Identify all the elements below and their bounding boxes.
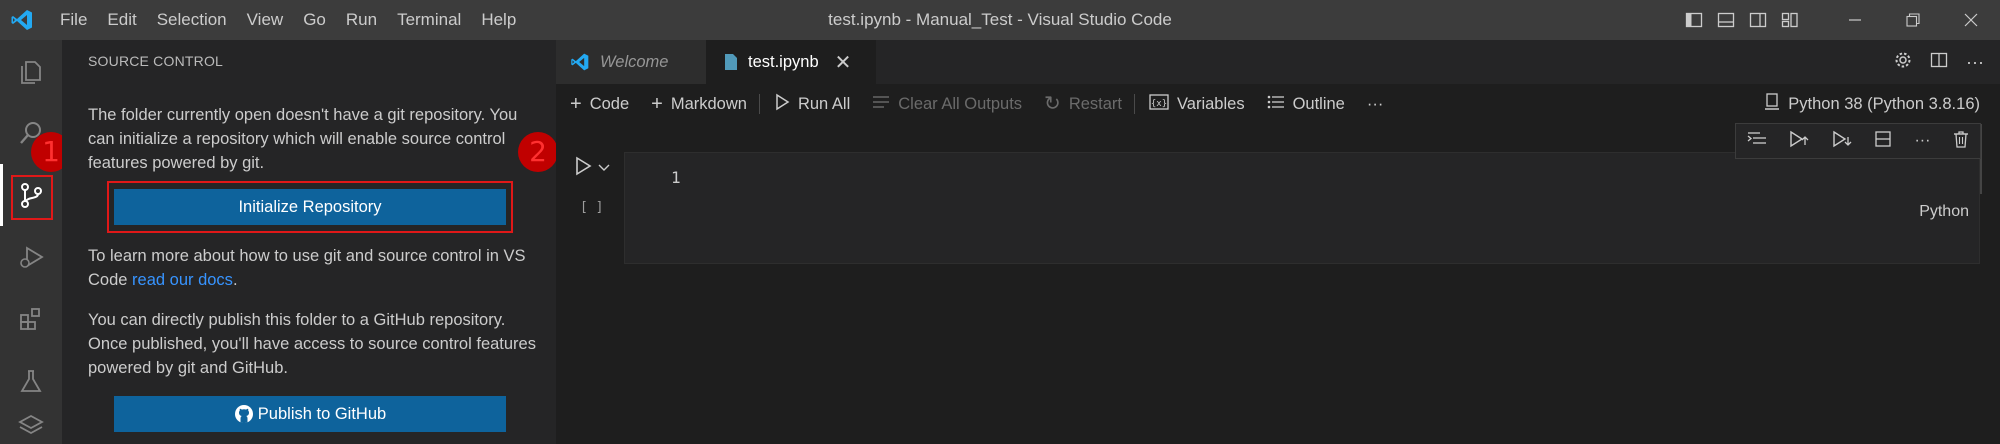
restart-label: Restart [1068,94,1122,113]
variables-icon: {x} [1149,94,1169,114]
menu-selection[interactable]: Selection [147,0,237,40]
cell-toolbar: ··· [1735,123,1981,159]
editor-area: Welcome test.ipynb ✕ ··· + Code + Markdown… [556,40,2000,444]
restart-button[interactable]: ↻ Restart [1044,94,1122,114]
tab-test-ipynb-label: test.ipynb [748,52,819,71]
delete-cell-trash-icon[interactable] [1953,130,1969,153]
title-bar: File Edit Selection View Go Run Terminal… [0,0,2000,40]
kernel-icon [1764,92,1780,116]
menu-terminal[interactable]: Terminal [387,0,471,40]
source-control-sidebar: SOURCE CONTROL The folder currently open… [62,40,556,444]
code-label: Code [589,94,630,113]
line-number: 1 [671,168,681,187]
kernel-picker[interactable]: Python 38 (Python 3.8.16) [1764,84,1980,124]
variables-label: Variables [1177,94,1245,113]
cell-more-icon[interactable]: ··· [1914,132,1930,150]
outline-list-icon [1267,94,1285,114]
extensions-icon[interactable] [0,288,62,350]
close-tab-icon[interactable]: ✕ [835,50,852,75]
vscode-tab-icon [570,52,590,72]
execute-above-icon[interactable] [1747,130,1767,153]
chevron-down-icon[interactable] [598,160,610,178]
close-window-icon[interactable] [1942,0,2000,40]
window-controls [1678,0,2000,40]
highlight-box [107,181,513,233]
learn-more-text: To learn more about how to use git and s… [88,244,538,292]
code-cell-editor[interactable]: 1 Python [624,152,1980,264]
tab-test-ipynb[interactable]: test.ipynb ✕ [706,40,876,84]
clear-all-outputs-button[interactable]: Clear All Outputs [872,94,1022,114]
markdown-label: Markdown [670,94,747,113]
source-control-icon[interactable] [0,164,62,226]
menu-bar: File Edit Selection View Go Run Terminal… [50,0,526,40]
run-above-icon[interactable] [1789,129,1809,154]
split-editor-icon[interactable] [1930,51,1948,74]
toggle-secondary-sidebar-icon[interactable] [1742,0,1774,40]
svg-text:{x}: {x} [1151,99,1167,109]
more-actions-icon[interactable]: ··· [1966,52,1984,73]
plus-icon: + [570,93,582,115]
toolbar-more-button[interactable]: ··· [1367,95,1383,114]
run-cell-icon[interactable] [574,156,592,181]
menu-file[interactable]: File [50,0,97,40]
menu-help[interactable]: Help [471,0,526,40]
run-debug-icon[interactable] [0,226,62,288]
notebook-settings-gear-icon[interactable] [1894,51,1912,74]
restore-icon[interactable] [1884,0,1942,40]
restart-icon: ↻ [1044,93,1061,115]
outline-button[interactable]: Outline [1267,94,1345,114]
publish-to-github-button[interactable]: Publish to GitHub [114,396,506,432]
toggle-panel-icon[interactable] [1710,0,1742,40]
annotation-badge-2: 2 [518,132,558,172]
run-all-button[interactable]: Run All [774,93,850,115]
outline-label: Outline [1292,94,1345,113]
editor-actions: ··· [1894,40,1984,84]
tab-welcome-label: Welcome [600,52,669,71]
kernel-label: Python 38 (Python 3.8.16) [1788,94,1980,113]
vscode-logo-icon [0,0,44,40]
menu-view[interactable]: View [237,0,294,40]
menu-go[interactable]: Go [293,0,336,40]
clear-outputs-label: Clear All Outputs [898,94,1023,113]
highlight-box [11,175,53,220]
tab-welcome[interactable]: Welcome [556,40,706,84]
tab-bar: Welcome test.ipynb ✕ ··· [556,40,2000,84]
publish-message: You can directly publish this folder to … [88,311,536,377]
testing-icon[interactable] [0,350,62,412]
run-all-icon [774,93,790,115]
toggle-sidebar-icon[interactable] [1678,0,1710,40]
menu-edit[interactable]: Edit [97,0,146,40]
explorer-icon[interactable] [0,40,62,102]
learn-suffix: . [232,271,238,289]
run-all-label: Run All [797,94,851,113]
cell-run-controls [574,156,610,181]
add-markdown-cell-button[interactable]: + Markdown [651,94,747,114]
customize-layout-icon[interactable] [1774,0,1806,40]
read-docs-link[interactable]: read our docs [132,271,233,289]
minimize-icon[interactable] [1826,0,1884,40]
menu-run[interactable]: Run [336,0,387,40]
remote-explorer-icon[interactable] [0,412,62,442]
run-below-icon[interactable] [1832,129,1852,154]
publish-label: Publish to GitHub [257,404,387,423]
github-icon [234,405,253,423]
activity-bar [0,40,62,444]
execution-count: [ ] [580,200,604,215]
clear-outputs-icon [872,94,890,114]
cell-language-picker[interactable]: Python [1919,203,1969,221]
no-repo-message: The folder currently open doesn't have a… [88,106,518,172]
variables-button[interactable]: {x} Variables [1149,94,1245,114]
split-cell-icon[interactable] [1874,130,1892,153]
notebook-file-icon [724,53,738,71]
add-code-cell-button[interactable]: + Code [570,94,629,114]
toolbar-divider [758,94,760,114]
plus-icon: + [651,93,663,115]
sidebar-title: SOURCE CONTROL [88,53,224,69]
toolbar-divider [1134,94,1135,114]
